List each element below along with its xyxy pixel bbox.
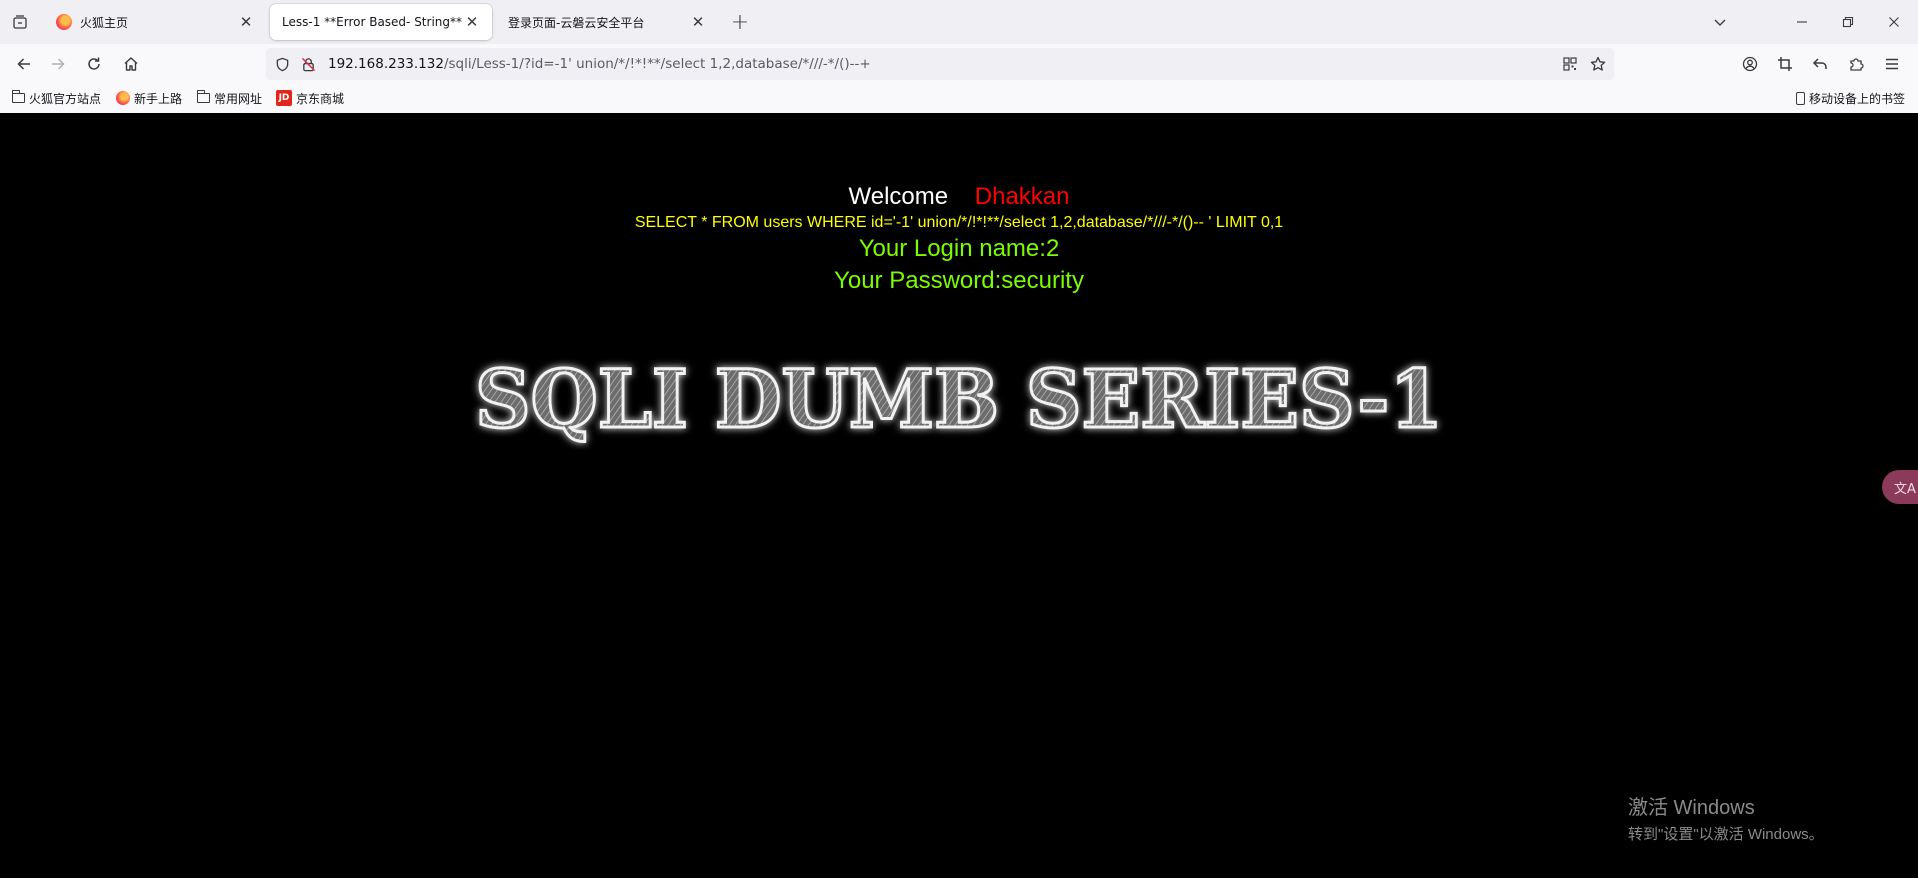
puzzle-icon[interactable]: [1842, 50, 1870, 78]
tab-label: 火狐主页: [80, 15, 129, 30]
url-text[interactable]: 192.168.233.132/sqli/Less-1/?id=-1' unio…: [328, 56, 871, 72]
bookmark-label: 新手上路: [134, 91, 183, 106]
mobile-device-icon: [1796, 91, 1805, 105]
tab-strip: 火狐主页 ✕ Less-1 **Error Based- String** ✕ …: [0, 0, 1918, 44]
page-content: Welcome Dhakkan SELECT * FROM users WHER…: [0, 113, 1918, 878]
folder-icon: [11, 90, 25, 103]
star-icon[interactable]: [1589, 55, 1607, 73]
url-path: /sqli/Less-1/?id=-1' union/*/!*!**/selec…: [443, 56, 871, 72]
reload-icon[interactable]: [80, 50, 108, 78]
close-window-icon[interactable]: [1880, 8, 1908, 36]
url-host: 192.168.233.132: [328, 56, 444, 72]
welcome-text: Welcome: [848, 183, 949, 210]
new-tab-button[interactable]: +: [726, 8, 754, 36]
account-icon[interactable]: [1736, 50, 1764, 78]
translate-button[interactable]: 文A: [1882, 470, 1918, 504]
watermark-subtitle: 转到"设置"以激活 Windows。: [1628, 826, 1824, 843]
welcome-line: Welcome Dhakkan: [0, 183, 1918, 211]
minimize-icon[interactable]: [1788, 8, 1816, 36]
bookmark-label: 火狐官方站点: [29, 91, 102, 106]
tracking-protection-shield-icon[interactable]: [274, 56, 290, 72]
undo-icon[interactable]: [1806, 50, 1834, 78]
banner-title: SQLI DUMB SERIES-1: [475, 352, 1443, 446]
tab-overview-icon[interactable]: [6, 8, 34, 36]
tab-less-1[interactable]: Less-1 **Error Based- String** ✕: [270, 4, 492, 40]
bookmark-firefox-official[interactable]: 火狐官方站点: [11, 90, 102, 106]
insecure-lock-icon[interactable]: [300, 56, 316, 72]
restore-icon[interactable]: [1834, 8, 1862, 36]
bookmark-getting-started[interactable]: 新手上路: [116, 90, 182, 106]
bookmark-label: 常用网址: [214, 91, 263, 106]
bookmark-jd-mall[interactable]: JD 京东商城: [276, 90, 344, 106]
hamburger-menu-icon[interactable]: [1878, 50, 1906, 78]
url-bar[interactable]: 192.168.233.132/sqli/Less-1/?id=-1' unio…: [266, 48, 1614, 80]
crop-icon[interactable]: [1771, 50, 1799, 78]
browser-chrome: 火狐主页 ✕ Less-1 **Error Based- String** ✕ …: [0, 0, 1918, 114]
mobile-bookmarks-label: 移动设备上的书签: [1809, 91, 1906, 106]
tab-firefox-home[interactable]: 火狐主页 ✕: [44, 4, 266, 40]
watermark-title: 激活 Windows: [1628, 797, 1755, 819]
tab-login-page[interactable]: 登录页面-云磐云安全平台 ✕: [496, 4, 718, 40]
home-icon[interactable]: [117, 50, 145, 78]
forward-arrow-icon[interactable]: [44, 50, 72, 78]
sql-query-text: SELECT * FROM users WHERE id='-1' union/…: [634, 214, 1284, 231]
folder-icon: [196, 90, 210, 103]
close-tab-icon[interactable]: ✕: [462, 12, 482, 32]
list-all-tabs-icon[interactable]: [1706, 8, 1734, 36]
jd-icon: JD: [276, 90, 292, 106]
bookmarks-toolbar: 火狐官方站点 新手上路 常用网址 JD 京东商城 移动设备上的书签: [0, 84, 1918, 112]
tab-label: 登录页面-云磐云安全平台: [508, 15, 645, 30]
login-name-result: Your Login name:2: [858, 235, 1060, 262]
tab-label: Less-1 **Error Based- String**: [282, 15, 462, 29]
firefox-icon: [56, 14, 72, 30]
welcome-name: Dhakkan: [974, 183, 1070, 210]
bookmark-common-sites[interactable]: 常用网址: [196, 90, 263, 106]
close-tab-icon[interactable]: ✕: [236, 12, 256, 32]
password-result: Your Password:security: [834, 267, 1084, 294]
back-arrow-icon[interactable]: [10, 50, 38, 78]
windows-activation-watermark: 激活 Windows 转到"设置"以激活 Windows。: [1628, 791, 1824, 844]
sqli-dumb-series-banner: SQLI DUMB SERIES-1: [0, 350, 1918, 450]
firefox-icon: [116, 91, 130, 105]
bookmark-label: 京东商城: [296, 91, 345, 106]
mobile-bookmarks[interactable]: 移动设备上的书签: [1796, 90, 1905, 106]
qr-code-icon[interactable]: [1562, 56, 1578, 72]
navigation-toolbar: 192.168.233.132/sqli/Less-1/?id=-1' unio…: [0, 44, 1918, 84]
close-tab-icon[interactable]: ✕: [688, 12, 708, 32]
